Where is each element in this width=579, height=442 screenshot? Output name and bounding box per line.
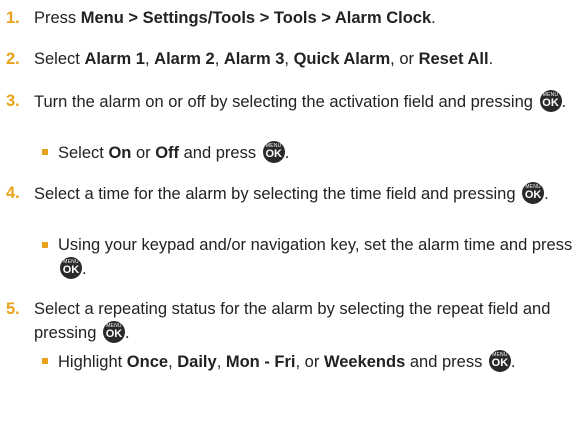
separator: ,	[284, 50, 294, 68]
key-icon-main: OK	[105, 328, 123, 340]
separator: ,	[214, 50, 224, 68]
menu-ok-key-icon: MENU OK	[539, 90, 562, 112]
substep-text: and press	[179, 144, 261, 162]
step-4-substep: Using your keypad and/or navigation key,…	[0, 234, 575, 281]
step-text: Select a time for the alarm by selecting…	[34, 185, 521, 203]
punctuation: .	[284, 144, 290, 162]
substep-text: Select	[58, 144, 109, 162]
step-number: 4.	[6, 184, 20, 202]
substep-text: and press	[405, 353, 487, 371]
key-icon-main: OK	[524, 189, 542, 201]
step-1: 1. Press Menu > Settings/Tools > Tools >…	[0, 7, 575, 30]
menu-ok-key-icon: MENU OK	[60, 257, 82, 279]
punctuation: .	[82, 260, 87, 278]
key-icon-main: OK	[542, 97, 559, 109]
key-icon-main: OK	[265, 148, 282, 160]
substep-text: Highlight	[58, 353, 127, 371]
step-3-substep: Select On or Off and press MENU OK.	[0, 141, 575, 165]
step-5: 5. Select a repeating status for the ala…	[0, 298, 575, 345]
separator: ,	[216, 353, 226, 371]
menu-ok-key-icon: MENU OK	[488, 350, 511, 372]
step-5-substep: Highlight Once, Daily, Mon - Fri, or Wee…	[0, 350, 575, 374]
option-alarm-2: Alarm 2	[154, 50, 215, 68]
option-daily: Daily	[177, 353, 217, 371]
punctuation: .	[124, 324, 130, 342]
option-weekends: Weekends	[323, 353, 406, 371]
bullet-icon	[42, 242, 48, 248]
option-mon-fri: Mon - Fri	[225, 353, 296, 371]
step-number: 5.	[6, 300, 20, 318]
step-text: Select	[34, 50, 85, 68]
option-quick-alarm: Quick Alarm	[293, 50, 391, 68]
key-icon-main: OK	[62, 264, 80, 276]
step-number: 2.	[6, 50, 20, 68]
bullet-icon	[42, 149, 48, 155]
option-on: On	[108, 144, 132, 162]
step-3: 3. Turn the alarm on or off by selecting…	[0, 90, 575, 114]
punctuation: .	[488, 50, 494, 68]
separator: ,	[144, 50, 155, 68]
separator: , or	[295, 353, 324, 371]
menu-ok-key-icon: MENU OK	[102, 321, 125, 343]
option-alarm-1: Alarm 1	[84, 50, 145, 68]
punctuation: .	[431, 9, 436, 27]
step-4: 4. Select a time for the alarm by select…	[0, 182, 575, 206]
punctuation: .	[510, 353, 516, 371]
punctuation: .	[561, 93, 567, 111]
step-number: 1.	[6, 9, 20, 27]
menu-path: Menu > Settings/Tools > Tools > Alarm Cl…	[80, 9, 432, 27]
instruction-page: 1. Press Menu > Settings/Tools > Tools >…	[0, 0, 579, 442]
bullet-icon	[42, 358, 48, 364]
option-once: Once	[126, 353, 169, 371]
option-off: Off	[155, 144, 180, 162]
menu-ok-key-icon: MENU OK	[262, 141, 285, 163]
step-number: 3.	[6, 92, 20, 110]
option-alarm-3: Alarm 3	[223, 50, 285, 68]
separator: , or	[390, 50, 419, 68]
step-2: 2. Select Alarm 1, Alarm 2, Alarm 3, Qui…	[0, 48, 575, 71]
step-text: Press	[34, 9, 81, 27]
separator: ,	[168, 353, 178, 371]
option-reset-all: Reset All	[418, 50, 489, 68]
substep-text: or	[131, 144, 156, 162]
punctuation: .	[544, 185, 549, 203]
menu-ok-key-icon: MENU OK	[522, 182, 545, 204]
step-text: Turn the alarm on or off by selecting th…	[34, 93, 538, 111]
key-icon-main: OK	[491, 357, 509, 369]
substep-text: Using your keypad and/or navigation key,…	[58, 236, 573, 254]
